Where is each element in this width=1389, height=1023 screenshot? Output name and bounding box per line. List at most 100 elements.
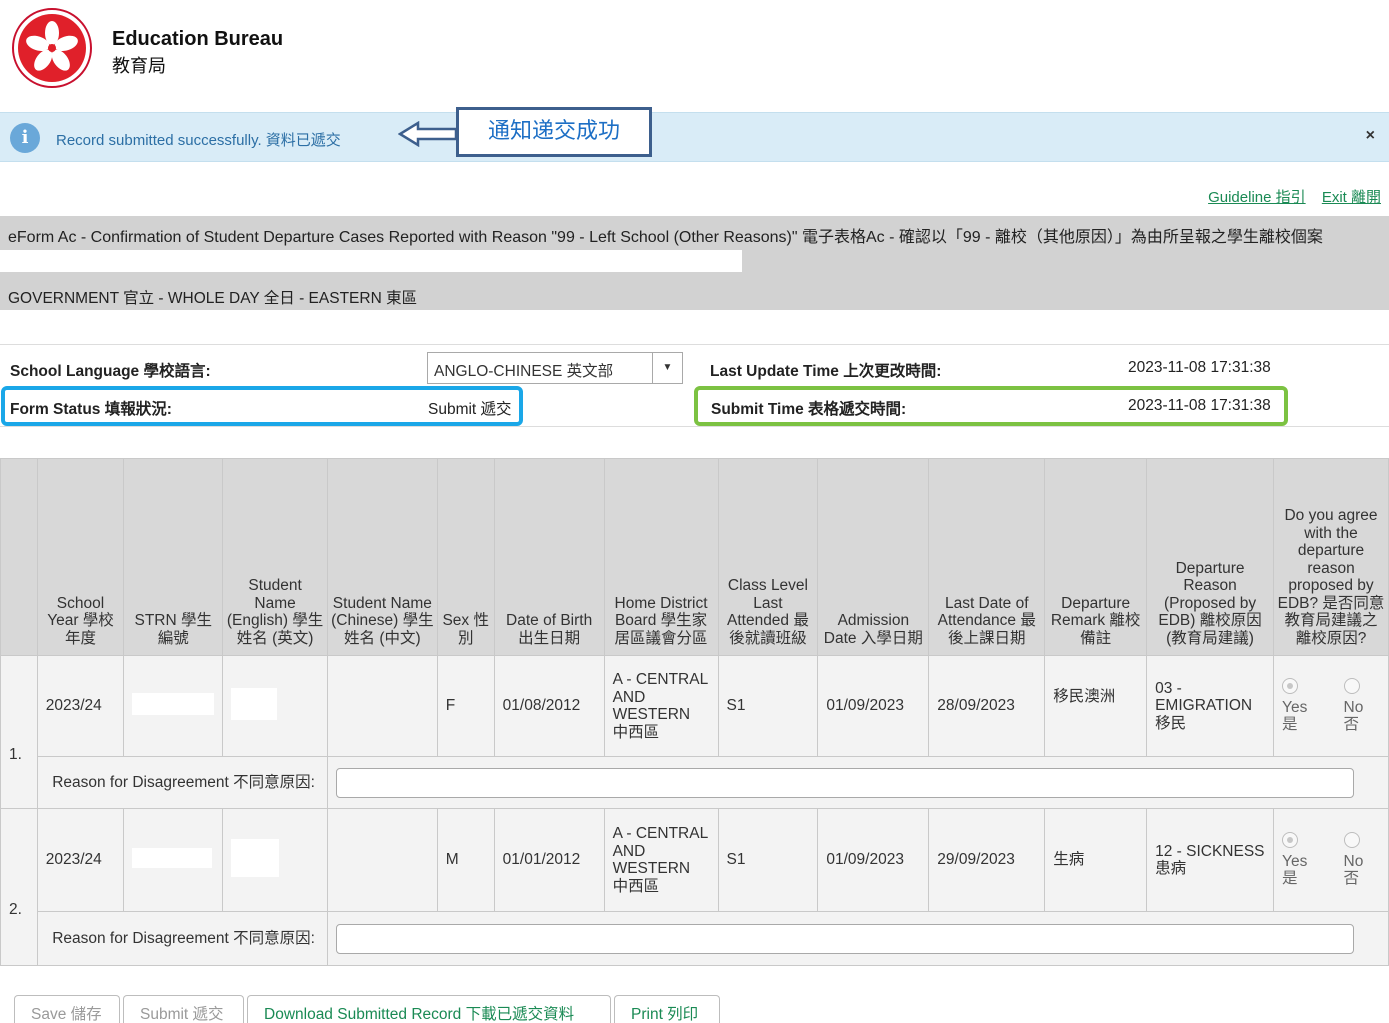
cell-strn [123, 655, 224, 757]
org-name-english: Education Bureau [112, 28, 284, 50]
submit-button[interactable]: Submit 遞交 [123, 995, 244, 1023]
yes-label: Yes 是 [1282, 698, 1308, 734]
header-strn: STRN 學生編號 [123, 458, 224, 656]
remark-text: 移民澳洲 [1053, 688, 1116, 705]
header-admission-date: Admission Date 入學日期 [817, 458, 930, 656]
school-language-label: School Language 學校語言: [10, 363, 211, 380]
cell-sex: M [436, 808, 495, 912]
disagreement-row: Reason for Disagreement 不同意原因: [1, 911, 1389, 966]
save-button[interactable]: Save 儲存 [14, 995, 120, 1023]
cell-last-date: 29/09/2023 [928, 808, 1046, 912]
agree-yes-option[interactable]: Yes 是 [1282, 832, 1324, 888]
cell-agree: Yes 是 No 否 [1273, 655, 1389, 757]
cell-reason: 03 - EMIGRATION 移民 [1146, 655, 1275, 757]
last-update-value: 2023-11-08 17:31:38 [1128, 359, 1271, 376]
cell-name-chinese [326, 808, 438, 912]
success-notification: i Record submitted successfully. 資料已遞交 × [0, 112, 1389, 162]
agree-no-option[interactable]: No 否 [1343, 832, 1380, 888]
disagreement-label: Reason for Disagreement 不同意原因: [36, 911, 328, 966]
guideline-link[interactable]: Guideline 指引 [1208, 189, 1306, 206]
cell-school-year: 2023/24 [36, 808, 125, 912]
header-name-chinese: Student Name (Chinese) 學生姓名 (中文) [326, 458, 438, 656]
cell-admission-date: 01/09/2023 [817, 655, 930, 757]
cell-school-year: 2023/24 [36, 655, 125, 757]
print-button[interactable]: Print 列印 [614, 995, 720, 1023]
school-language-select[interactable]: ANGLO-CHINESE 英文部 ▼ [427, 352, 683, 384]
top-links: Guideline 指引 Exit 離開 [1196, 186, 1381, 207]
agree-yes-option[interactable]: Yes 是 [1282, 678, 1324, 734]
cell-name-english [222, 808, 328, 912]
form-status-highlight [1, 386, 523, 426]
header-index [0, 458, 38, 656]
cell-name-chinese [326, 655, 438, 757]
student-departure-table: School Year 學校年度 STRN 學生編號 Student Name … [0, 458, 1389, 966]
header-dob: Date of Birth 出生日期 [493, 458, 605, 656]
cell-strn [123, 808, 224, 912]
notification-message: Record submitted successfully. 資料已遞交 [56, 132, 341, 149]
header-sex: Sex 性別 [436, 458, 495, 656]
row-index: 2. [0, 808, 38, 966]
submit-time-highlight [694, 386, 1288, 426]
redacted-school-name [0, 250, 742, 272]
redacted-strn [132, 692, 215, 715]
form-title: eForm Ac - Confirmation of Student Depar… [8, 229, 1323, 246]
disagreement-label: Reason for Disagreement 不同意原因: [36, 756, 328, 809]
header-name-english: Student Name (English) 學生姓名 (英文) [222, 458, 328, 656]
agree-radio-group: Yes 是 No 否 [1282, 678, 1380, 734]
cell-agree: Yes 是 No 否 [1273, 808, 1389, 912]
header-last-date: Last Date of Attendance 最後上課日期 [928, 458, 1046, 656]
header-remark: Departure Remark 離校備註 [1044, 458, 1148, 656]
yes-label: Yes 是 [1282, 852, 1308, 888]
no-radio[interactable] [1343, 832, 1360, 849]
school-language-value: ANGLO-CHINESE 英文部 [434, 363, 614, 380]
last-update-label: Last Update Time 上次更改時間: [710, 363, 942, 380]
divider [0, 344, 1389, 345]
callout-arrow-icon [398, 121, 458, 147]
cell-remark: 生病 [1044, 808, 1148, 912]
no-label: No 否 [1343, 698, 1364, 734]
agree-radio-group: Yes 是 No 否 [1282, 832, 1380, 888]
cell-admission-date: 01/09/2023 [817, 808, 930, 912]
row-index: 1. [0, 655, 38, 809]
download-submitted-record-button[interactable]: Download Submitted Record 下載已遞交資料 [247, 995, 611, 1023]
no-radio[interactable] [1343, 678, 1360, 695]
header-district: Home District Board 學生家居區議會分區 [603, 458, 719, 656]
disagreement-reason-input[interactable] [335, 923, 1354, 954]
redacted-strn [132, 847, 213, 868]
yes-radio[interactable] [1282, 832, 1299, 849]
disagreement-cell [326, 911, 1389, 966]
cell-dob: 01/01/2012 [493, 808, 605, 912]
divider [0, 426, 1389, 427]
close-icon[interactable]: × [1366, 127, 1375, 145]
table-row: 2. 2023/24 M 01/01/2012 A - CENTRAL AND … [0, 808, 1389, 966]
exit-link[interactable]: Exit 離開 [1322, 189, 1381, 206]
header-agree: Do you agree with the departure reason p… [1273, 458, 1389, 656]
hksar-emblem-icon [12, 8, 92, 88]
redacted-name [231, 687, 278, 720]
header-reason: Departure Reason (Proposed by EDB) 離校原因 … [1146, 458, 1275, 656]
cell-last-date: 28/09/2023 [928, 655, 1046, 757]
cell-district: A - CENTRAL AND WESTERN 中西區 [603, 655, 719, 757]
school-info: GOVERNMENT 官立 - WHOLE DAY 全日 - EASTERN 東… [8, 290, 418, 307]
cell-sex: F [436, 655, 495, 757]
table-header-row: School Year 學校年度 STRN 學生編號 Student Name … [0, 458, 1389, 656]
cell-class-level: S1 [717, 655, 819, 757]
chevron-down-icon[interactable]: ▼ [652, 353, 682, 383]
cell-name-english [222, 655, 328, 757]
annotation-callout: 通知递交成功 [456, 107, 652, 157]
cell-district: A - CENTRAL AND WESTERN 中西區 [603, 808, 719, 912]
cell-class-level: S1 [717, 808, 819, 912]
yes-radio[interactable] [1282, 678, 1299, 695]
header-class-level: Class Level Last Attended 最後就讀班級 [717, 458, 819, 656]
cell-reason: 12 - SICKNESS 患病 [1146, 808, 1275, 912]
form-title-bar: eForm Ac - Confirmation of Student Depar… [0, 216, 1389, 310]
no-label: No 否 [1343, 852, 1364, 888]
agree-no-option[interactable]: No 否 [1343, 678, 1380, 734]
info-icon: i [10, 123, 40, 153]
org-name-chinese: 教育局 [112, 56, 166, 76]
header-school-year: School Year 學校年度 [36, 458, 125, 656]
disagreement-reason-input[interactable] [335, 767, 1354, 798]
redacted-name [231, 838, 280, 877]
disagreement-row: Reason for Disagreement 不同意原因: [1, 756, 1389, 809]
disagreement-cell [326, 756, 1389, 809]
